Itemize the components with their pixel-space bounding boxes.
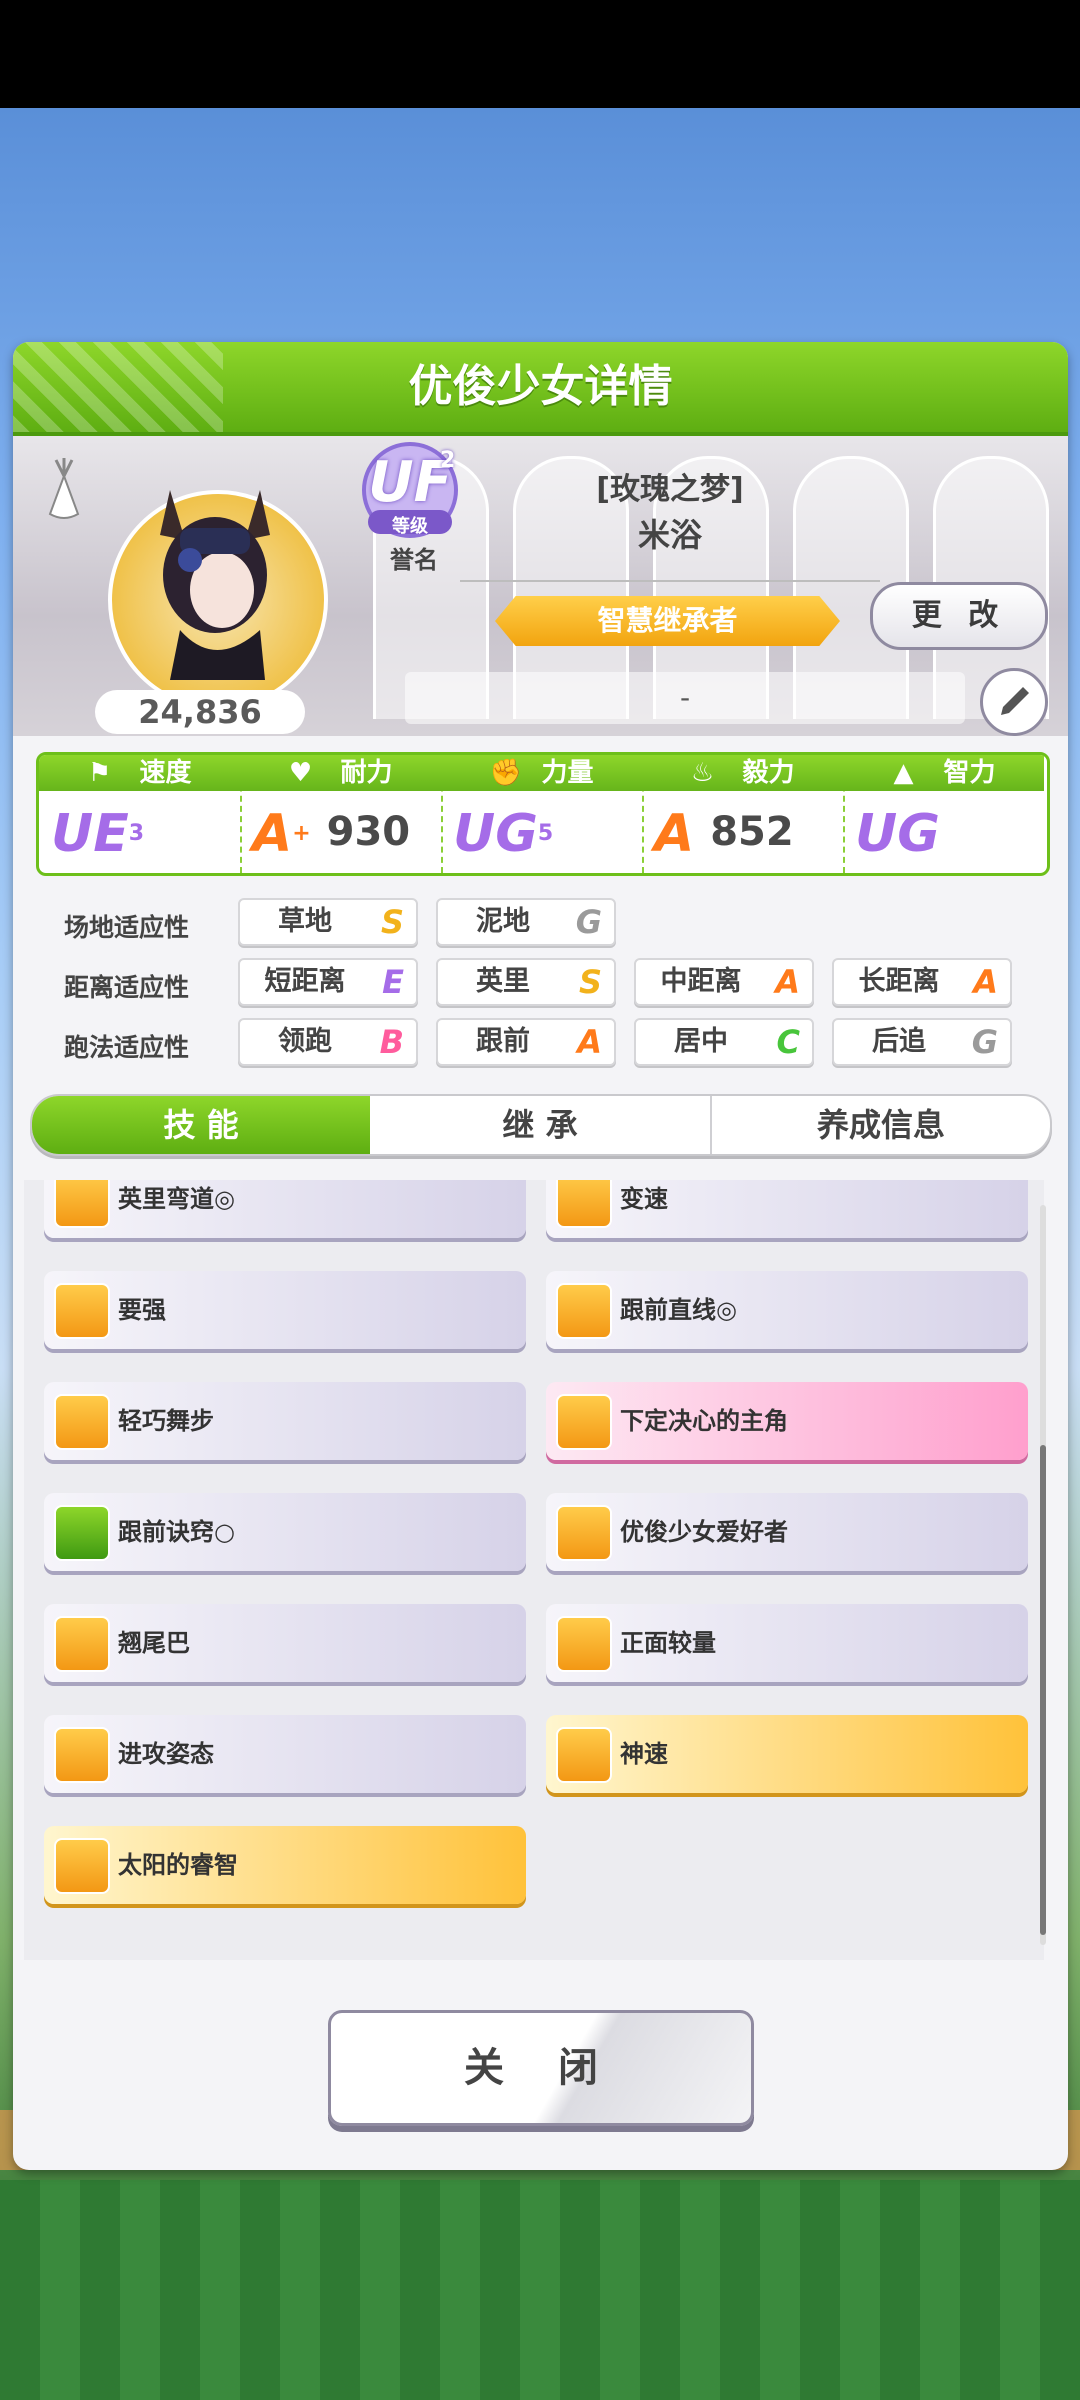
rank-badge-sub: 2 [440,448,456,473]
skill-item[interactable]: 正面较量 [546,1604,1028,1682]
stat-name: 智力 [943,758,996,788]
skill-icon [54,1616,110,1672]
comment-field: - [405,672,965,724]
stat-grade: A [654,804,695,864]
aptitude-long: 长距离 A [832,958,1012,1006]
power-icon: ✊ [489,758,522,788]
stat-value: 930 [326,809,411,855]
character-tag: [玫瑰之梦] [596,472,744,507]
aptitude-pace: 跟前 A [436,1018,616,1066]
panel-header: 优俊少女详情 [13,342,1068,436]
rank-label: 誉名 [390,546,438,574]
title-ribbon: 智慧继承者 [495,596,840,646]
name-divider [460,580,880,582]
aptitude-dirt: 泥地 G [436,898,616,946]
stat-grade: UE3 [51,804,145,864]
skill-item[interactable]: 跟前诀窍○ [44,1493,526,1571]
skill-icon [556,1283,612,1339]
status-bar [0,0,1080,108]
pencil-icon [1001,687,1029,715]
stat-stamina: ♥ 耐力 A+ 930 [240,755,443,873]
stat-grade: UG [855,804,940,864]
rank-badge-caption: 等级 [392,516,428,537]
skill-item[interactable]: 跟前直线◎ [546,1271,1028,1349]
speed-icon: ⚑ [87,758,112,788]
skill-icon [54,1394,110,1450]
skill-icon [556,1180,612,1228]
aptitude-medium: 中距离 A [634,958,814,1006]
aptitude-front: 领跑 B [238,1018,418,1066]
close-button[interactable]: 关 闭 [328,2010,754,2126]
aptitude-end: 后追 G [832,1018,1012,1066]
distance-aptitude-label: 距离适应性 [64,973,190,1002]
stat-name: 毅力 [742,758,795,788]
skill-item[interactable]: 翘尾巴 [44,1604,526,1682]
character-portrait[interactable] [100,440,330,710]
skill-item[interactable]: 优俊少女爱好者 [546,1493,1028,1571]
stat-value: 852 [710,809,794,855]
skill-icon [54,1180,110,1228]
skill-item[interactable]: 变速 [546,1180,1028,1238]
skill-icon [54,1727,110,1783]
aptitude-turf: 草地 S [238,898,418,946]
stat-grade: A+ [252,804,311,864]
character-avatar [160,490,270,680]
flame-icon: ♨ [690,758,715,788]
stats-bar: ⚑速度 UE31430 ♥耐力 A+ 930 ✊力量 UG51254 ♨毅力 A… [36,752,1050,876]
skill-icon [54,1505,110,1561]
panel-title: 优俊少女详情 [408,361,673,412]
skill-item[interactable]: 下定决心的主角 [546,1382,1028,1460]
skill-item[interactable]: 要强 [44,1271,526,1349]
skill-list[interactable]: 英里弯道◎ 变速 要强 跟前直线◎ 轻巧舞步 下定决心的主角 跟前诀窍○ 优俊少… [24,1180,1044,1960]
skill-icon [556,1616,612,1672]
stat-wisdom: ▲智力 UG1201 [843,755,1044,873]
tab-inherit[interactable]: 继 承 [370,1096,710,1154]
aptitude-late: 居中 C [634,1018,814,1066]
stat-name: 耐力 [340,758,393,788]
skill-item[interactable]: 进攻姿态 [44,1715,526,1793]
heart-icon: ♥ [288,758,313,788]
edit-comment-button[interactable] [980,668,1048,736]
skill-icon [54,1838,110,1894]
carrot-icon[interactable] [42,458,86,522]
change-title-button[interactable]: 更 改 [870,582,1048,650]
skill-item[interactable]: 神速 [546,1715,1028,1793]
stat-name: 速度 [139,758,192,788]
skill-item[interactable]: 太阳的睿智 [44,1826,526,1904]
background-grass [0,2180,1080,2400]
stat-grade: UG5 [453,804,554,864]
stat-power: ✊力量 UG51254 [441,755,644,873]
character-name: 米浴 [637,516,702,554]
skill-item[interactable]: 英里弯道◎ [44,1180,526,1238]
skill-icon [556,1394,612,1450]
tab-training-info[interactable]: 养成信息 [712,1096,1050,1154]
skill-icon [556,1727,612,1783]
track-aptitude-label: 场地适应性 [64,913,190,942]
detail-tabs: 技 能 继 承 养成信息 [30,1094,1052,1156]
skill-item[interactable]: 轻巧舞步 [44,1382,526,1460]
stat-guts: ♨ 毅力 A 852 [642,755,845,873]
skill-icon [556,1505,612,1561]
skill-icon [54,1283,110,1339]
graduation-cap-icon: ▲ [893,758,914,788]
tab-skills[interactable]: 技 能 [32,1096,370,1154]
stat-name: 力量 [541,758,594,788]
fan-count: 24,836 [95,690,305,734]
aptitude-sprint: 短距离 E [238,958,418,1006]
stat-speed: ⚑速度 UE31430 [39,755,242,873]
aptitude-mile: 英里 S [436,958,616,1006]
skill-scrollbar-thumb[interactable] [1040,1445,1046,1935]
style-aptitude-label: 跑法适应性 [64,1033,190,1062]
